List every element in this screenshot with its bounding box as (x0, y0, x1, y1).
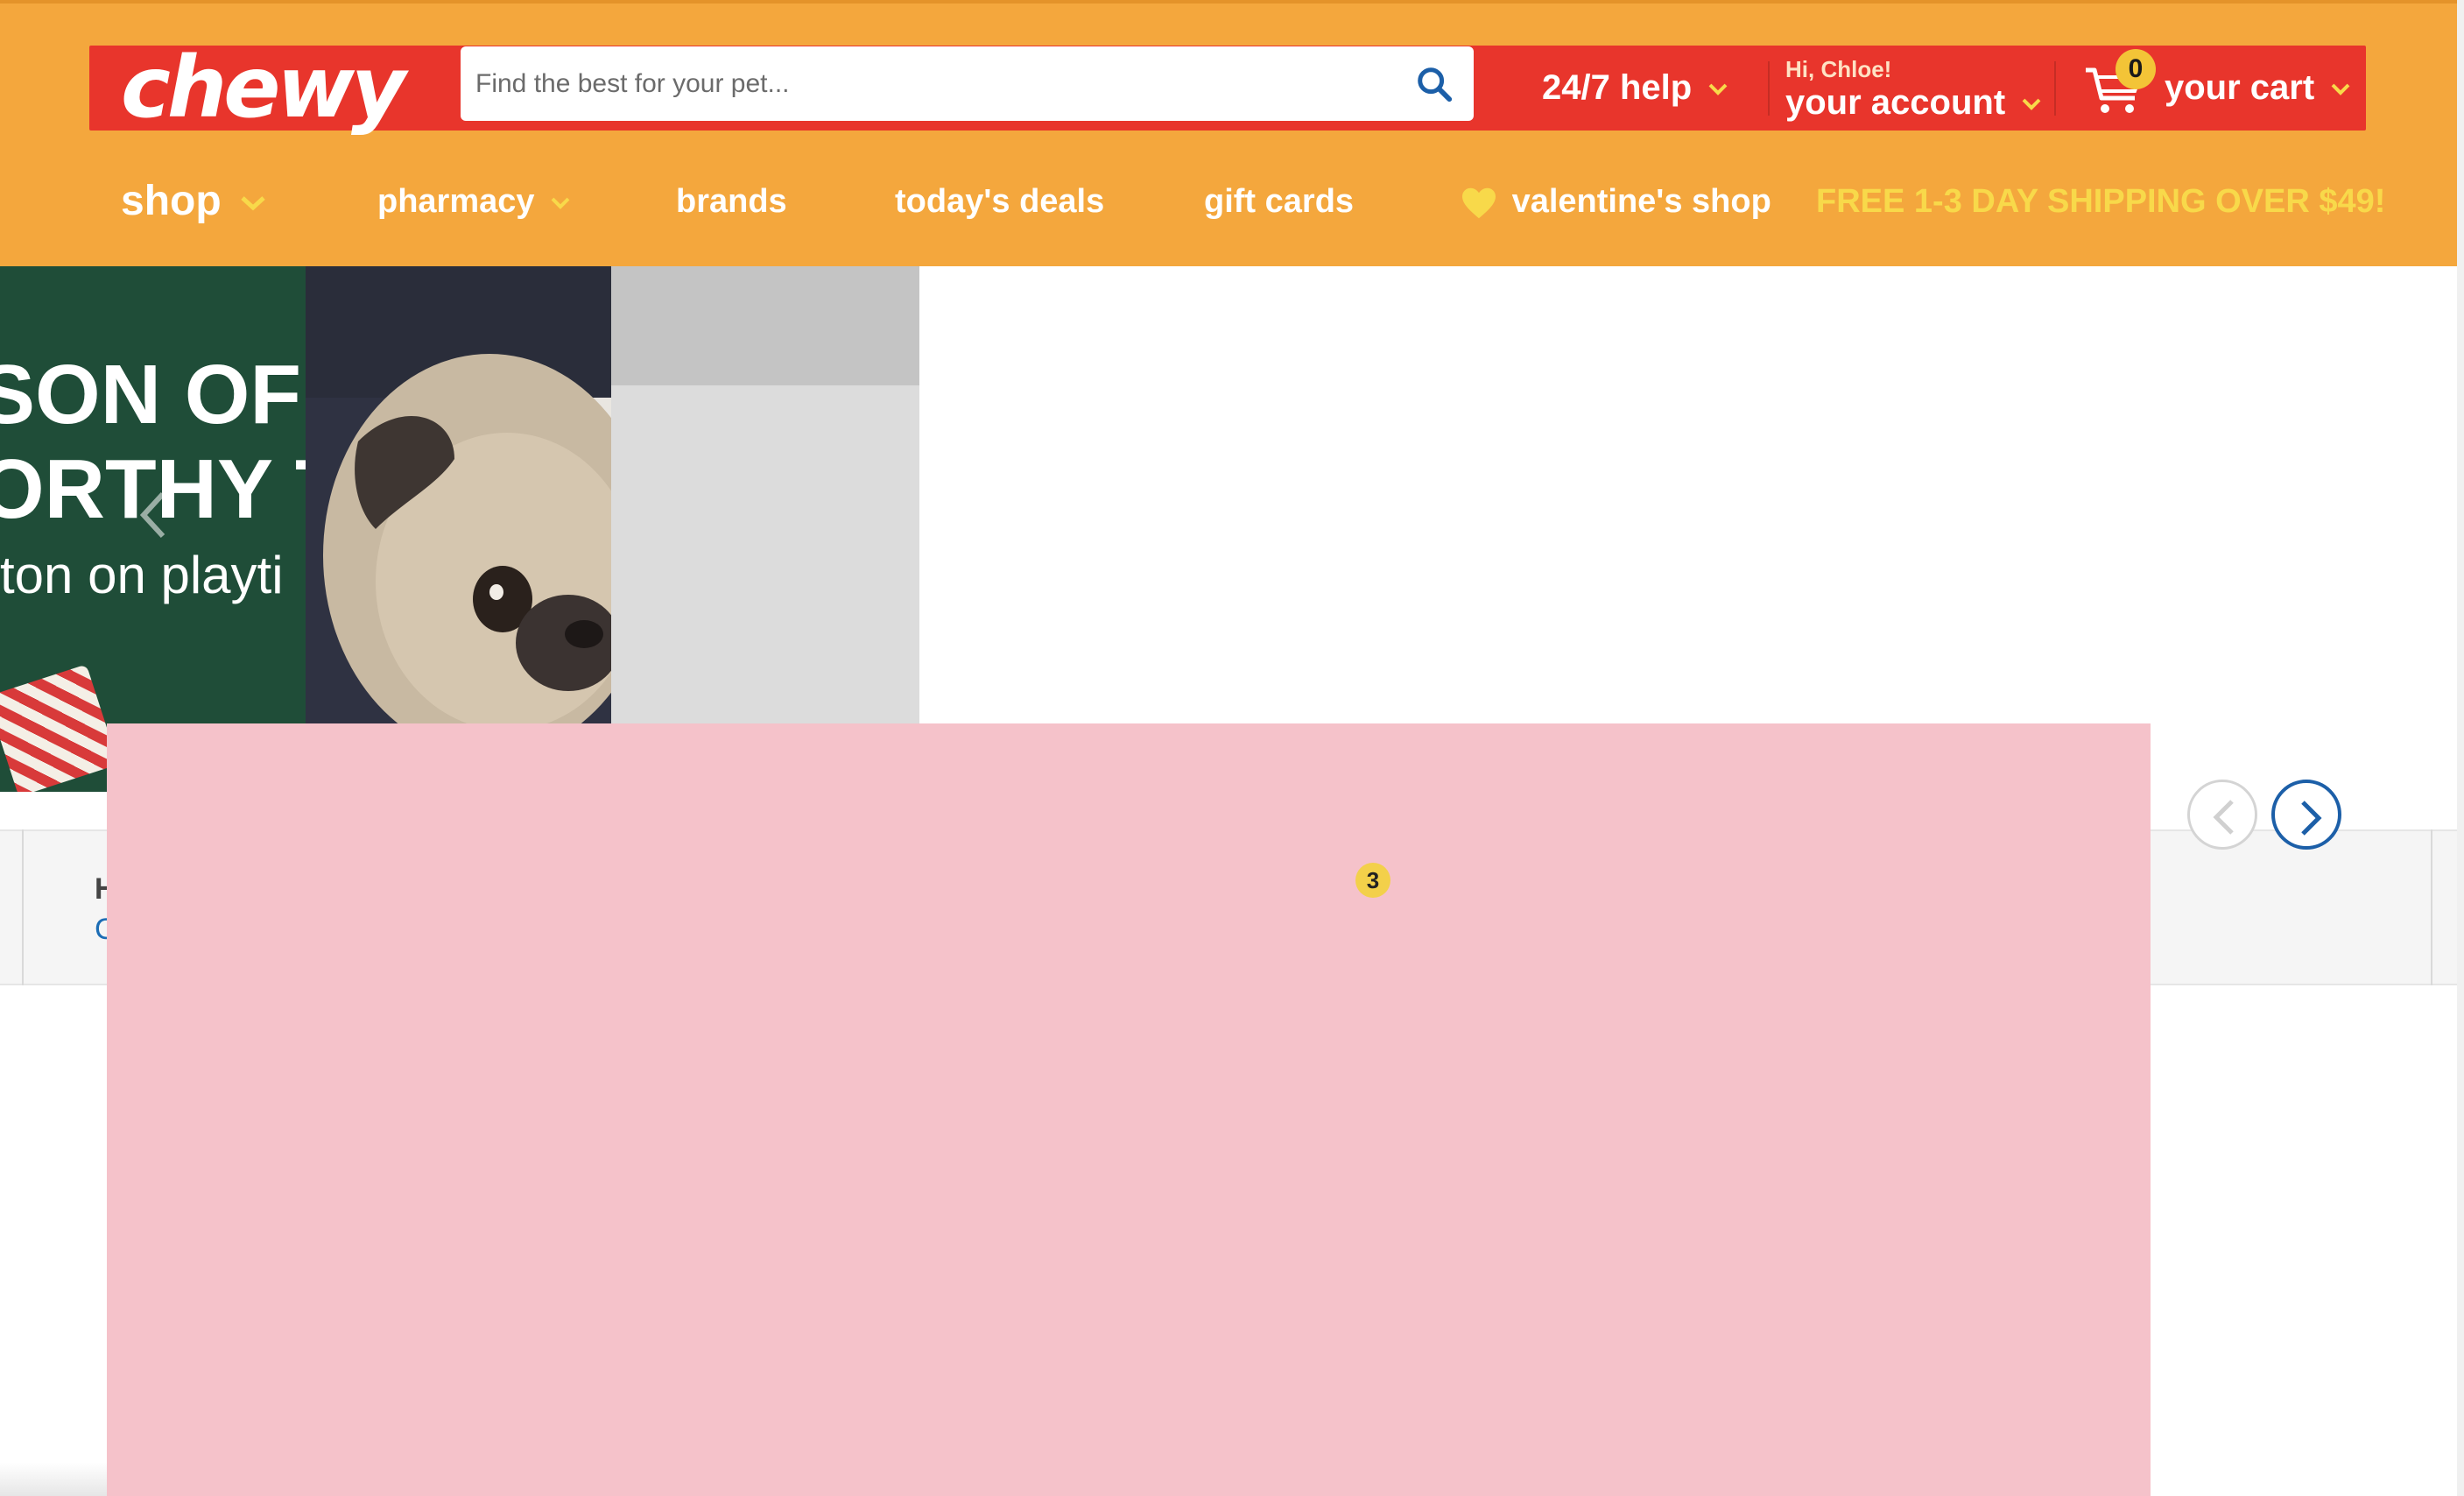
search-placeholder: Find the best for your pet... (475, 69, 790, 98)
nav-todays-deals[interactable]: today's deals (895, 166, 1104, 236)
cart-count-badge: 0 (2116, 49, 2156, 89)
chevron-left-icon (2213, 800, 2234, 835)
account-label-text: your account (1785, 83, 2006, 122)
strip-divider (2431, 829, 2432, 985)
cart-label-text: your cart (2165, 68, 2315, 107)
nav-valentines-shop[interactable]: valentine's shop (1461, 166, 1771, 236)
search-icon[interactable] (1414, 64, 1454, 104)
nav-valentines-label: valentine's shop (1511, 183, 1771, 220)
main-nav: shop pharmacy brands today's deals gift … (0, 166, 2457, 236)
divider (2054, 61, 2056, 116)
nav-gift-cards[interactable]: gift cards (1204, 166, 1354, 236)
help-label: 24/7 help (1542, 68, 1693, 107)
nav-shop-label: shop (121, 178, 222, 224)
nav-pharmacy-label: pharmacy (377, 183, 535, 220)
banner-subline: ton on playti (0, 546, 284, 604)
help-menu[interactable]: 24/7 help (1542, 46, 1728, 131)
nav-brands[interactable]: brands (676, 166, 787, 236)
header: chewy Find the best for your pet... 24/7… (0, 0, 2457, 266)
shipping-promo[interactable]: FREE 1-3 DAY SHIPPING OVER $49! (1816, 166, 2385, 236)
page: chewy Find the best for your pet... 24/7… (0, 0, 2464, 1496)
pug-photo (306, 266, 611, 723)
scrollbar-track[interactable] (2457, 0, 2464, 1496)
cart-label: your cart (2165, 46, 2350, 131)
divider (1768, 61, 1770, 116)
strip-divider (22, 829, 24, 985)
carousel-prev-icon[interactable] (140, 490, 166, 540)
chevron-down-icon (2022, 99, 2041, 111)
carousel-prev-button[interactable] (2187, 780, 2257, 850)
chewy-logo[interactable]: chewy (121, 46, 406, 131)
heart-icon (1462, 187, 1496, 219)
chevron-down-icon (2331, 84, 2350, 96)
nav-shop[interactable]: shop (121, 166, 266, 236)
chevron-down-icon (241, 196, 265, 211)
nav-pharmacy[interactable]: pharmacy (377, 166, 570, 236)
search-input[interactable]: Find the best for your pet... (461, 46, 1474, 121)
pug-image[interactable] (306, 266, 611, 723)
account-menu[interactable]: Hi, Chloe! your account (1785, 56, 2041, 123)
carousel-next-button[interactable] (2271, 780, 2341, 850)
toy-image (0, 664, 119, 792)
account-label: your account (1785, 82, 2041, 123)
chevron-down-icon (1708, 84, 1728, 96)
overlay-panel[interactable]: 3 (107, 723, 2151, 1496)
chevron-down-icon (551, 197, 570, 209)
overlay-badge: 3 (1355, 863, 1390, 898)
page-bottom-edge (0, 1463, 107, 1496)
account-greeting: Hi, Chloe! (1785, 56, 1892, 82)
chevron-right-icon (2301, 801, 2322, 836)
banner-placeholder-tile (611, 266, 919, 723)
placeholder-block (611, 266, 919, 385)
top-bar: chewy Find the best for your pet... 24/7… (89, 46, 2366, 131)
banner-headline-1: SON OF (0, 348, 302, 441)
